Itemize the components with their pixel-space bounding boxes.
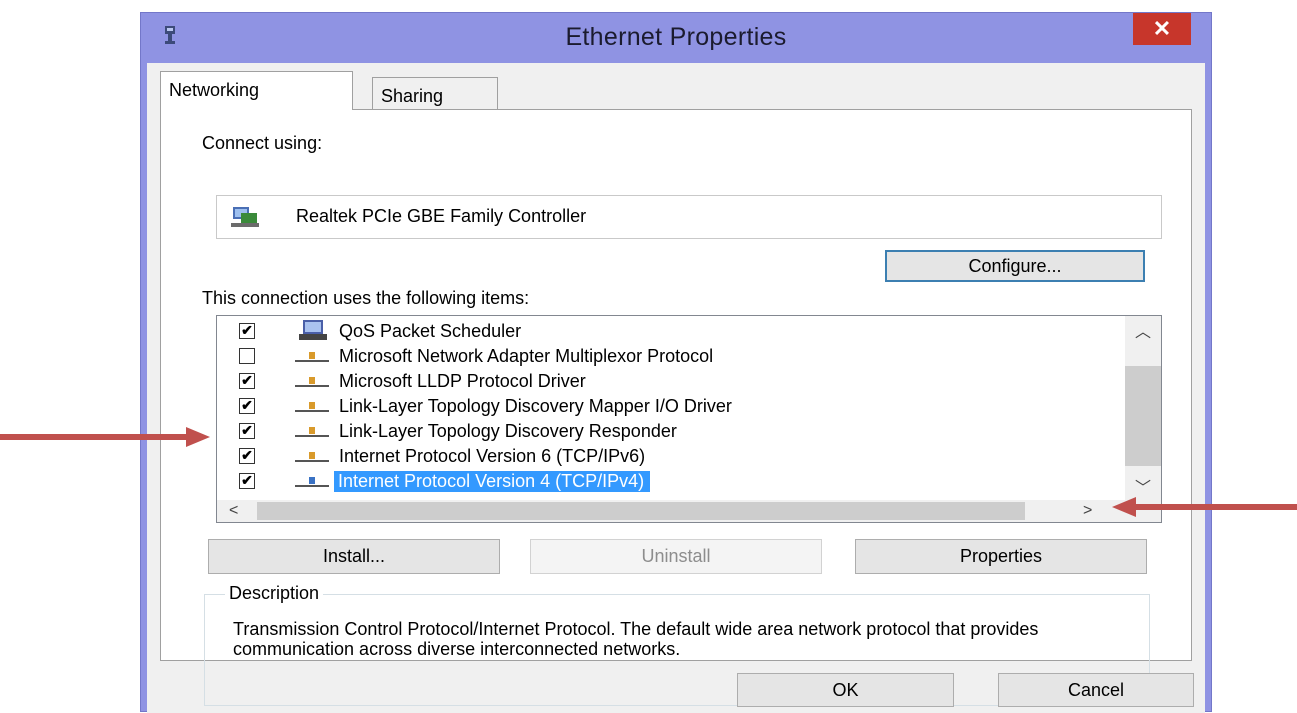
item-checkbox[interactable]: ✔ (239, 398, 255, 414)
item-label: Microsoft LLDP Protocol Driver (339, 371, 586, 391)
item-checkbox[interactable]: ✔ (239, 473, 255, 489)
components-list[interactable]: ✔ QoS Packet Scheduler Microsoft Network… (216, 315, 1162, 523)
scroll-thumb[interactable] (1125, 366, 1161, 466)
items-label: This connection uses the following items… (202, 288, 530, 308)
list-item-selected[interactable]: ✔ Internet Protocol Version 4 (TCP/IPv4) (217, 469, 1117, 494)
ok-button[interactable]: OK (737, 673, 954, 707)
ethernet-properties-window: Ethernet Properties ✕ Networking Sharing… (140, 12, 1212, 713)
window-title: Ethernet Properties (565, 23, 787, 51)
item-checkbox[interactable]: ✔ (239, 323, 255, 339)
scroll-up-icon[interactable]: ︿ (1125, 318, 1161, 342)
list-item[interactable]: ✔ Link-Layer Topology Discovery Mapper I… (217, 394, 1117, 419)
dialog-client-area: Networking Sharing Connect using: Realte… (147, 63, 1205, 713)
network-card-icon (231, 207, 259, 227)
item-label: Internet Protocol Version 4 (TCP/IPv4) (334, 471, 651, 492)
annotation-arrow-left-icon (1112, 497, 1297, 517)
close-icon: ✕ (1152, 16, 1172, 41)
tab-sharing[interactable]: Sharing (372, 77, 498, 110)
uninstall-button[interactable]: Uninstall (530, 539, 822, 574)
horizontal-scrollbar[interactable]: < > (217, 500, 1161, 522)
network-protocol-icon (295, 402, 329, 412)
close-button[interactable]: ✕ (1133, 13, 1191, 45)
item-label: Internet Protocol Version 6 (TCP/IPv6) (339, 446, 646, 466)
scroll-down-icon[interactable]: ﹀ (1125, 474, 1161, 498)
network-protocol-icon (295, 352, 329, 362)
item-label: Link-Layer Topology Discovery Responder (339, 421, 677, 441)
item-label: Microsoft Network Adapter Multiplexor Pr… (339, 346, 714, 366)
adapter-field: Realtek PCIe GBE Family Controller (216, 195, 1162, 239)
list-item[interactable]: Microsoft Network Adapter Multiplexor Pr… (217, 344, 1117, 369)
networking-tab-panel: Connect using: Realtek PCIe GBE Family C… (160, 109, 1192, 706)
description-text: Transmission Control Protocol/Internet P… (233, 619, 1039, 659)
item-label: Link-Layer Topology Discovery Mapper I/O… (339, 396, 732, 416)
item-checkbox[interactable]: ✔ (239, 448, 255, 464)
scroll-left-icon[interactable]: < (229, 500, 238, 522)
title-bar[interactable]: Ethernet Properties ✕ (141, 13, 1211, 63)
item-checkbox[interactable]: ✔ (239, 373, 255, 389)
item-label: QoS Packet Scheduler (339, 321, 522, 341)
scroll-right-icon[interactable]: > (1083, 500, 1092, 522)
vertical-scrollbar[interactable]: ︿ ﹀ (1125, 316, 1161, 501)
network-protocol-icon (295, 452, 329, 462)
description-legend: Description (225, 583, 324, 604)
annotation-arrow-right-icon (0, 427, 210, 447)
item-checkbox[interactable]: ✔ (239, 423, 255, 439)
cancel-button[interactable]: Cancel (998, 673, 1194, 707)
list-item[interactable]: ✔ Internet Protocol Version 6 (TCP/IPv6) (217, 444, 1117, 469)
list-item[interactable]: ✔ Microsoft LLDP Protocol Driver (217, 369, 1117, 394)
list-item[interactable]: ✔ QoS Packet Scheduler (217, 319, 1117, 344)
install-button[interactable]: Install... (208, 539, 500, 574)
network-protocol-icon (295, 377, 329, 387)
connect-using-label: Connect using: (202, 133, 323, 153)
network-service-icon (299, 320, 327, 340)
network-protocol-icon (295, 477, 329, 487)
list-item[interactable]: ✔ Link-Layer Topology Discovery Responde… (217, 419, 1117, 444)
adapter-name: Realtek PCIe GBE Family Controller (296, 206, 587, 226)
item-checkbox[interactable] (239, 348, 255, 364)
scroll-thumb[interactable] (257, 502, 1025, 520)
properties-button[interactable]: Properties (855, 539, 1147, 574)
network-protocol-icon (295, 427, 329, 437)
tab-networking[interactable]: Networking (160, 71, 353, 110)
configure-button[interactable]: Configure... (885, 250, 1145, 282)
